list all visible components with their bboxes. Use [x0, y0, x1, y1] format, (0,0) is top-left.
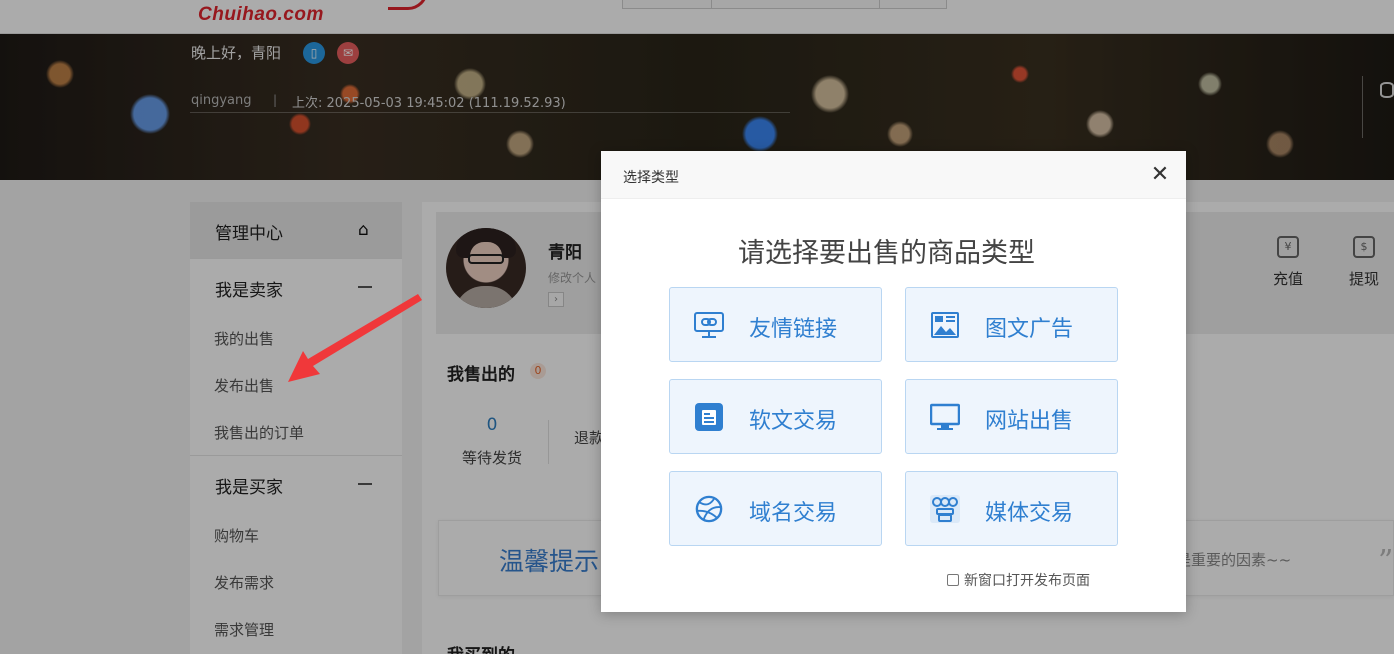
media-icon	[930, 495, 960, 523]
option-image-ad[interactable]: 图文广告	[905, 287, 1118, 362]
option-article-trade[interactable]: 软文交易	[669, 379, 882, 454]
close-icon[interactable]: ✕	[1150, 163, 1170, 187]
option-label: 域名交易	[749, 501, 838, 526]
new-window-label: 新窗口打开发布页面	[964, 573, 1090, 589]
option-friend-link[interactable]: 友情链接	[669, 287, 882, 362]
new-window-checkbox[interactable]	[947, 574, 959, 586]
new-window-option[interactable]: 新窗口打开发布页面	[947, 570, 1090, 590]
modal-title: 选择类型	[623, 170, 679, 186]
option-label: 友情链接	[749, 317, 838, 342]
domain-ball-icon	[695, 495, 723, 523]
option-label: 网站出售	[985, 409, 1074, 434]
image-ad-icon	[931, 312, 959, 338]
option-label: 图文广告	[985, 317, 1074, 342]
modal-header: 选择类型 ✕	[601, 151, 1186, 199]
option-website-sale[interactable]: 网站出售	[905, 379, 1118, 454]
select-type-modal: 选择类型 ✕ 请选择要出售的商品类型 友情链接 图文广告 软文交易 网站出售 域…	[601, 151, 1186, 612]
option-label: 媒体交易	[985, 501, 1074, 526]
website-monitor-icon	[930, 403, 960, 430]
option-label: 软文交易	[749, 409, 838, 434]
modal-heading: 请选择要出售的商品类型	[738, 238, 1035, 269]
option-domain-trade[interactable]: 域名交易	[669, 471, 882, 546]
link-monitor-icon	[694, 312, 724, 338]
annotation-arrow-sidebar	[288, 294, 422, 382]
option-media-trade[interactable]: 媒体交易	[905, 471, 1118, 546]
article-icon	[695, 403, 723, 431]
